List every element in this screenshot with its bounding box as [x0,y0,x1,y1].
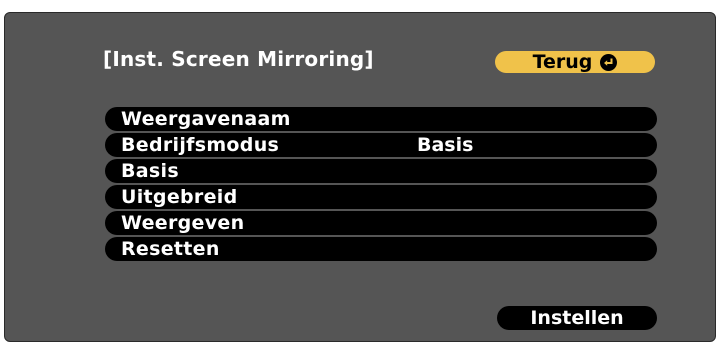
menu-item-label: Resetten [121,238,220,260]
menu-item-value: Basis [417,134,474,156]
menu-item-label: Weergavenaam [121,108,291,130]
projector-menu-screen: [Inst. Screen Mirroring] Terug Weergaven… [4,12,716,342]
menu-item-basis[interactable]: Basis [105,159,657,183]
menu-title: [Inst. Screen Mirroring] [103,47,374,71]
menu-item-bedrijfsmodus[interactable]: Bedrijfsmodus Basis [105,133,657,157]
back-button[interactable]: Terug [495,51,655,73]
menu-item-uitgebreid[interactable]: Uitgebreid [105,185,657,209]
menu-item-resetten[interactable]: Resetten [105,237,657,261]
menu-item-weergeven[interactable]: Weergeven [105,211,657,235]
menu-item-label: Basis [121,160,179,182]
menu-item-weergavenaam[interactable]: Weergavenaam [105,107,657,131]
enter-icon [600,53,618,71]
menu-item-label: Bedrijfsmodus [121,134,280,156]
menu-item-label: Uitgebreid [121,186,238,208]
settings-menu: Weergavenaam Bedrijfsmodus Basis Basis U… [105,107,657,263]
set-button-label: Instellen [530,307,624,329]
back-button-label: Terug [532,51,593,73]
set-button[interactable]: Instellen [497,306,657,330]
menu-item-label: Weergeven [121,212,245,234]
